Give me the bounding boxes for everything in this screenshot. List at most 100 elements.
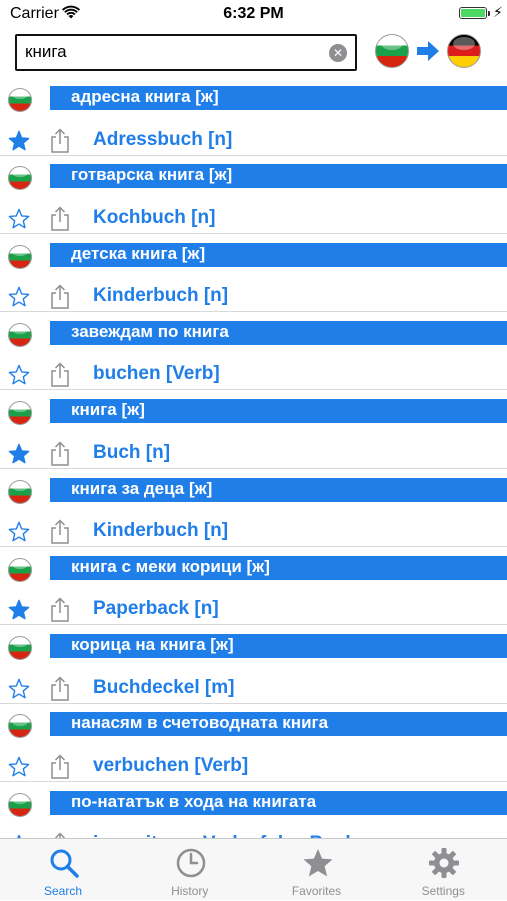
- german-translation-row[interactable]: Kinderbuch [n]: [0, 512, 507, 551]
- tab-search[interactable]: Search: [0, 839, 126, 901]
- bulgarian-term: по-нататък в хода на книгата: [71, 791, 317, 811]
- bulgarian-entry-row[interactable]: по-нататък в хода на книгата: [0, 787, 507, 826]
- row-divider: [0, 702, 507, 704]
- bulgarian-term: книга за деца [ж]: [71, 478, 213, 498]
- bulgarian-flag-icon: [8, 166, 32, 191]
- tab-label: Search: [43, 884, 83, 898]
- search-input[interactable]: [25, 41, 325, 63]
- share-icon[interactable]: [49, 127, 71, 153]
- bulgarian-term: адресна книга [ж]: [71, 87, 219, 106]
- german-translation: Adressbuch [n]: [93, 128, 233, 150]
- german-translation-row[interactable]: im weiteren Verlauf des Buches: [0, 825, 507, 838]
- bulgarian-flag-icon: [8, 88, 32, 112]
- share-icon[interactable]: [49, 362, 71, 388]
- star-filled-icon[interactable]: [8, 130, 30, 152]
- tab-label: Settings: [421, 884, 465, 898]
- bulgarian-entry-row[interactable]: детска книга [ж]: [0, 239, 507, 278]
- bulgarian-flag-icon: [8, 636, 32, 661]
- share-icon[interactable]: [49, 597, 71, 623]
- star-outline-icon[interactable]: [8, 286, 30, 308]
- search-field[interactable]: ✕: [15, 34, 357, 71]
- star-outline-icon[interactable]: [8, 208, 30, 230]
- battery-icon: [459, 7, 487, 19]
- bulgarian-flag-icon: [8, 401, 32, 426]
- bulgarian-flag-icon: [8, 322, 32, 347]
- charging-bolt-icon: ⚡︎: [493, 4, 503, 20]
- bulgarian-term: корица на книга [ж]: [71, 635, 234, 655]
- results-list[interactable]: адресна книга [ж] Adressbuch [n] готварска…: [0, 82, 507, 838]
- row-divider: [0, 780, 507, 782]
- star-outline-icon[interactable]: [8, 364, 30, 386]
- star-filled-icon[interactable]: [8, 443, 30, 465]
- german-translation-row[interactable]: Kochbuch [n]: [0, 199, 507, 238]
- tab-label: History: [171, 884, 209, 898]
- row-divider: [0, 546, 507, 547]
- german-translation-row[interactable]: Paperback [n]: [0, 590, 507, 629]
- bulgarian-term: нанасям в счетоводната книга: [71, 713, 329, 733]
- star-icon: [303, 849, 332, 877]
- share-icon[interactable]: [49, 441, 71, 466]
- row-divider: [0, 389, 507, 391]
- clock-icon: [176, 848, 205, 878]
- german-translation-row[interactable]: buchen [Verb]: [0, 355, 507, 394]
- bulgarian-flag-icon: [8, 557, 32, 582]
- bulgarian-entry-row[interactable]: нанасям в счетоводната книга: [0, 708, 507, 747]
- tab-label: Favorites: [291, 884, 342, 898]
- bulgarian-flag-icon: [8, 244, 32, 269]
- row-divider: [0, 311, 507, 313]
- bulgarian-term: детска книга [ж]: [71, 243, 206, 263]
- german-translation-row[interactable]: Buchdeckel [m]: [0, 669, 507, 708]
- bulgarian-entry-row[interactable]: готварска книга [ж]: [0, 160, 507, 199]
- clock-time: 6:32 PM: [223, 5, 284, 22]
- direction-arrow-icon[interactable]: [416, 40, 440, 62]
- row-divider: [0, 624, 507, 626]
- search-icon: [50, 849, 79, 878]
- bulgarian-entry-row[interactable]: книга [ж]: [0, 395, 507, 434]
- german-translation: Kinderbuch [n]: [93, 285, 229, 307]
- german-translation: Buchdeckel [m]: [93, 676, 235, 698]
- german-translation-row[interactable]: Adressbuch [n]: [0, 121, 507, 160]
- gear-icon: [429, 848, 460, 878]
- share-icon[interactable]: [49, 284, 71, 309]
- german-translation: Kochbuch [n]: [93, 206, 216, 228]
- clear-search-icon[interactable]: ✕: [329, 44, 347, 62]
- tab-bar: Search History Favorites Settings: [0, 838, 507, 900]
- bulgarian-entry-row[interactable]: адресна книга [ж]: [0, 82, 507, 121]
- share-icon[interactable]: [49, 754, 71, 779]
- tab-favorites[interactable]: Favorites: [254, 839, 380, 901]
- star-filled-icon[interactable]: [8, 599, 30, 621]
- bulgarian-term: книга с меки корици [ж]: [71, 556, 270, 576]
- bulgarian-flag-icon[interactable]: [375, 34, 409, 68]
- row-divider: [0, 232, 507, 234]
- tab-settings[interactable]: Settings: [380, 839, 506, 901]
- bulgarian-term: книга [ж]: [71, 400, 145, 420]
- german-translation: Buch [n]: [93, 441, 171, 463]
- bulgarian-flag-icon: [8, 479, 32, 504]
- bulgarian-flag-icon: [8, 714, 32, 739]
- bulgarian-entry-row[interactable]: книга за деца [ж]: [0, 474, 507, 513]
- battery-tip: [488, 11, 490, 16]
- german-translation-row[interactable]: Kinderbuch [n]: [0, 277, 507, 316]
- star-outline-icon[interactable]: [8, 756, 30, 778]
- star-outline-icon[interactable]: [8, 678, 30, 700]
- german-translation-row[interactable]: Buch [n]: [0, 434, 507, 473]
- german-translation: buchen [Verb]: [93, 363, 220, 385]
- tab-history[interactable]: History: [127, 839, 253, 901]
- share-icon[interactable]: [49, 676, 71, 701]
- bulgarian-flag-icon: [8, 792, 32, 817]
- bulgarian-entry-row[interactable]: корица на книга [ж]: [0, 630, 507, 669]
- german-flag-icon[interactable]: [447, 34, 481, 68]
- share-icon[interactable]: [49, 519, 71, 544]
- share-icon[interactable]: [49, 206, 71, 231]
- bulgarian-entry-row[interactable]: книга с меки корици [ж]: [0, 552, 507, 591]
- row-divider: [0, 154, 507, 156]
- german-translation: verbuchen [Verb]: [93, 754, 249, 776]
- german-translation: Paperback [n]: [93, 598, 219, 620]
- bulgarian-entry-row[interactable]: завеждам по книга: [0, 317, 507, 356]
- star-outline-icon[interactable]: [8, 521, 30, 543]
- german-translation: Kinderbuch [n]: [93, 520, 229, 541]
- status-bar: Carrier 6:32 PM ⚡︎: [0, 0, 507, 28]
- bulgarian-term: готварска книга [ж]: [71, 165, 233, 185]
- row-divider: [0, 467, 507, 469]
- german-translation-row[interactable]: verbuchen [Verb]: [0, 747, 507, 786]
